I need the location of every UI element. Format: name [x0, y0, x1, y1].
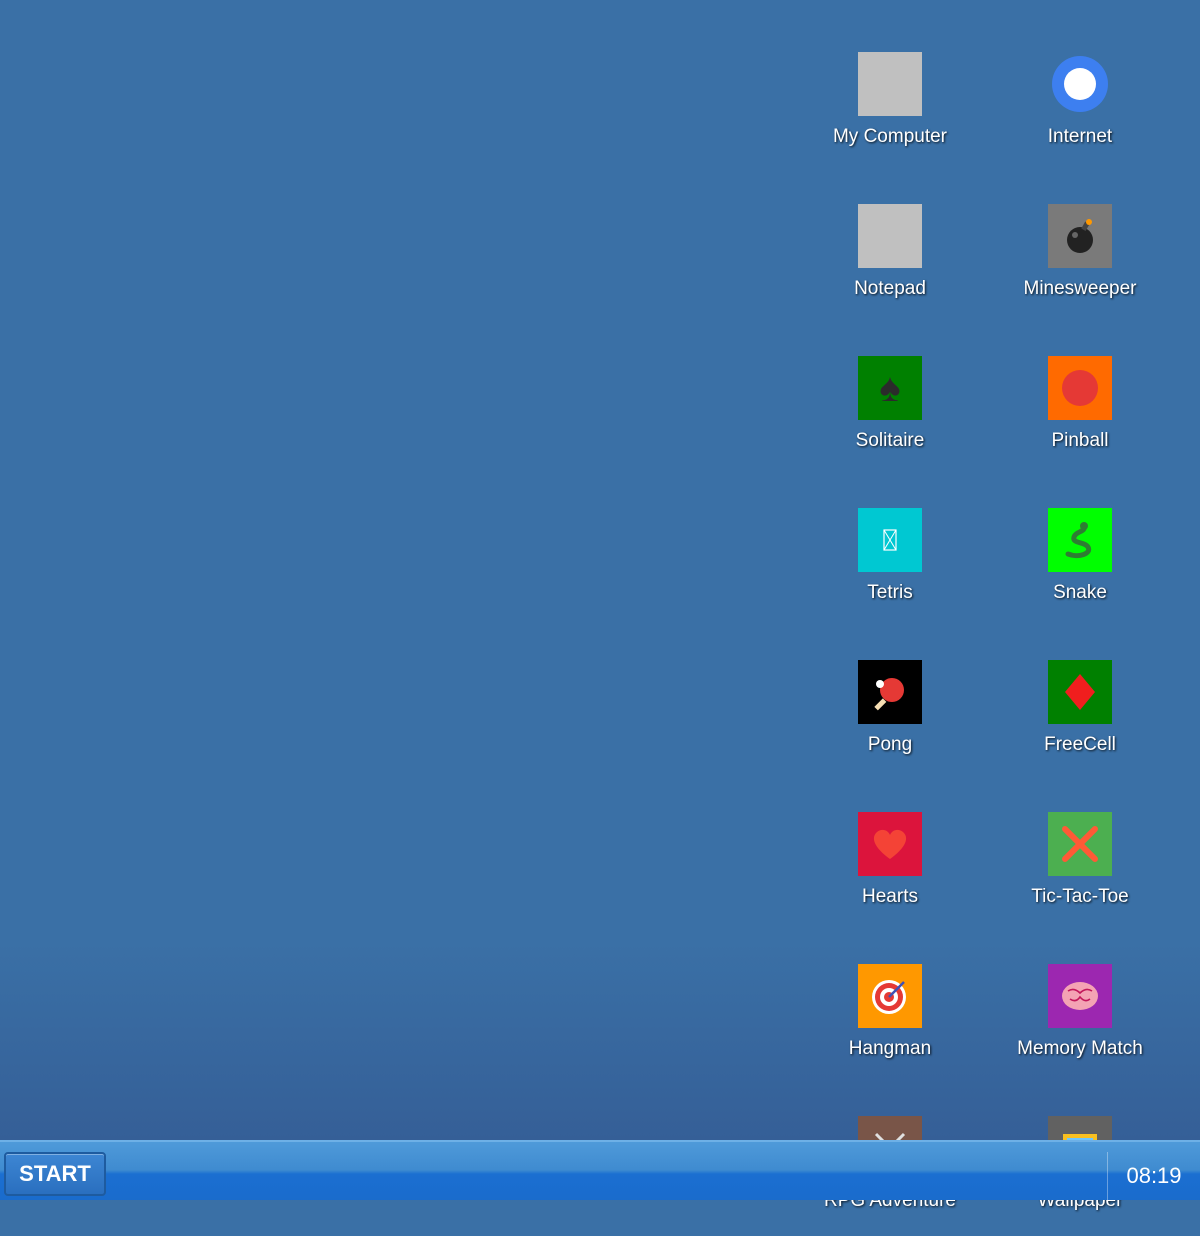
desktop-icon-pong[interactable]: Pong	[815, 660, 965, 780]
icon-label: Pinball	[1051, 430, 1109, 451]
icon-label: Internet	[1047, 126, 1113, 147]
computer-icon	[858, 52, 922, 116]
globe-icon	[1048, 52, 1112, 116]
desktop-icon-minesweeper[interactable]: Minesweeper	[1005, 204, 1155, 324]
desktop-icon-memory-match[interactable]: Memory Match	[1005, 964, 1155, 1084]
desktop-icon-internet[interactable]: Internet	[1005, 52, 1155, 172]
icon-label: My Computer	[832, 126, 948, 147]
icon-label: Solitaire	[855, 430, 925, 451]
icon-label: FreeCell	[1044, 734, 1116, 755]
desktop-icon-pinball[interactable]: Pinball	[1005, 356, 1155, 476]
desktop-icon-tetris[interactable]: Tetris	[815, 508, 965, 628]
taskbar: START 08:19	[0, 1140, 1200, 1200]
desktop-icon-hangman[interactable]: Hangman	[815, 964, 965, 1084]
icon-label: Minesweeper	[1023, 278, 1137, 299]
paddle-icon	[858, 660, 922, 724]
icon-label: Notepad	[854, 278, 926, 299]
taskbar-clock[interactable]: 08:19	[1107, 1152, 1200, 1200]
icon-label: Snake	[1053, 582, 1107, 603]
desktop-icon-snake[interactable]: Snake	[1005, 508, 1155, 628]
tetris-icon	[858, 508, 922, 572]
icon-label: Tic-Tac-Toe	[1031, 886, 1129, 907]
cross-icon	[1048, 812, 1112, 876]
icon-label: Pong	[867, 734, 913, 755]
desktop-icon-solitaire[interactable]: ♠ Solitaire	[815, 356, 965, 476]
spade-icon: ♠	[858, 356, 922, 420]
icon-label: Hangman	[848, 1038, 932, 1059]
heart-icon	[858, 812, 922, 876]
target-icon	[858, 964, 922, 1028]
desktop-icon-hearts[interactable]: Hearts	[815, 812, 965, 932]
start-button[interactable]: START	[4, 1152, 106, 1196]
desktop-icon-my-computer[interactable]: My Computer	[815, 52, 965, 172]
brain-icon	[1048, 964, 1112, 1028]
icon-label: Tetris	[867, 582, 913, 603]
ball-icon	[1048, 356, 1112, 420]
icon-label: Hearts	[862, 886, 918, 907]
desktop-icon-freecell[interactable]: FreeCell	[1005, 660, 1155, 780]
desktop-icon-notepad[interactable]: Notepad	[815, 204, 965, 324]
desktop: My Computer Internet Notepad Minesweeper…	[0, 0, 1200, 1211]
desktop-icon-tic-tac-toe[interactable]: Tic-Tac-Toe	[1005, 812, 1155, 932]
icon-label: Memory Match	[1017, 1038, 1143, 1059]
bomb-icon	[1048, 204, 1112, 268]
snake-icon	[1048, 508, 1112, 572]
diamond-icon	[1048, 660, 1112, 724]
notepad-icon	[858, 204, 922, 268]
